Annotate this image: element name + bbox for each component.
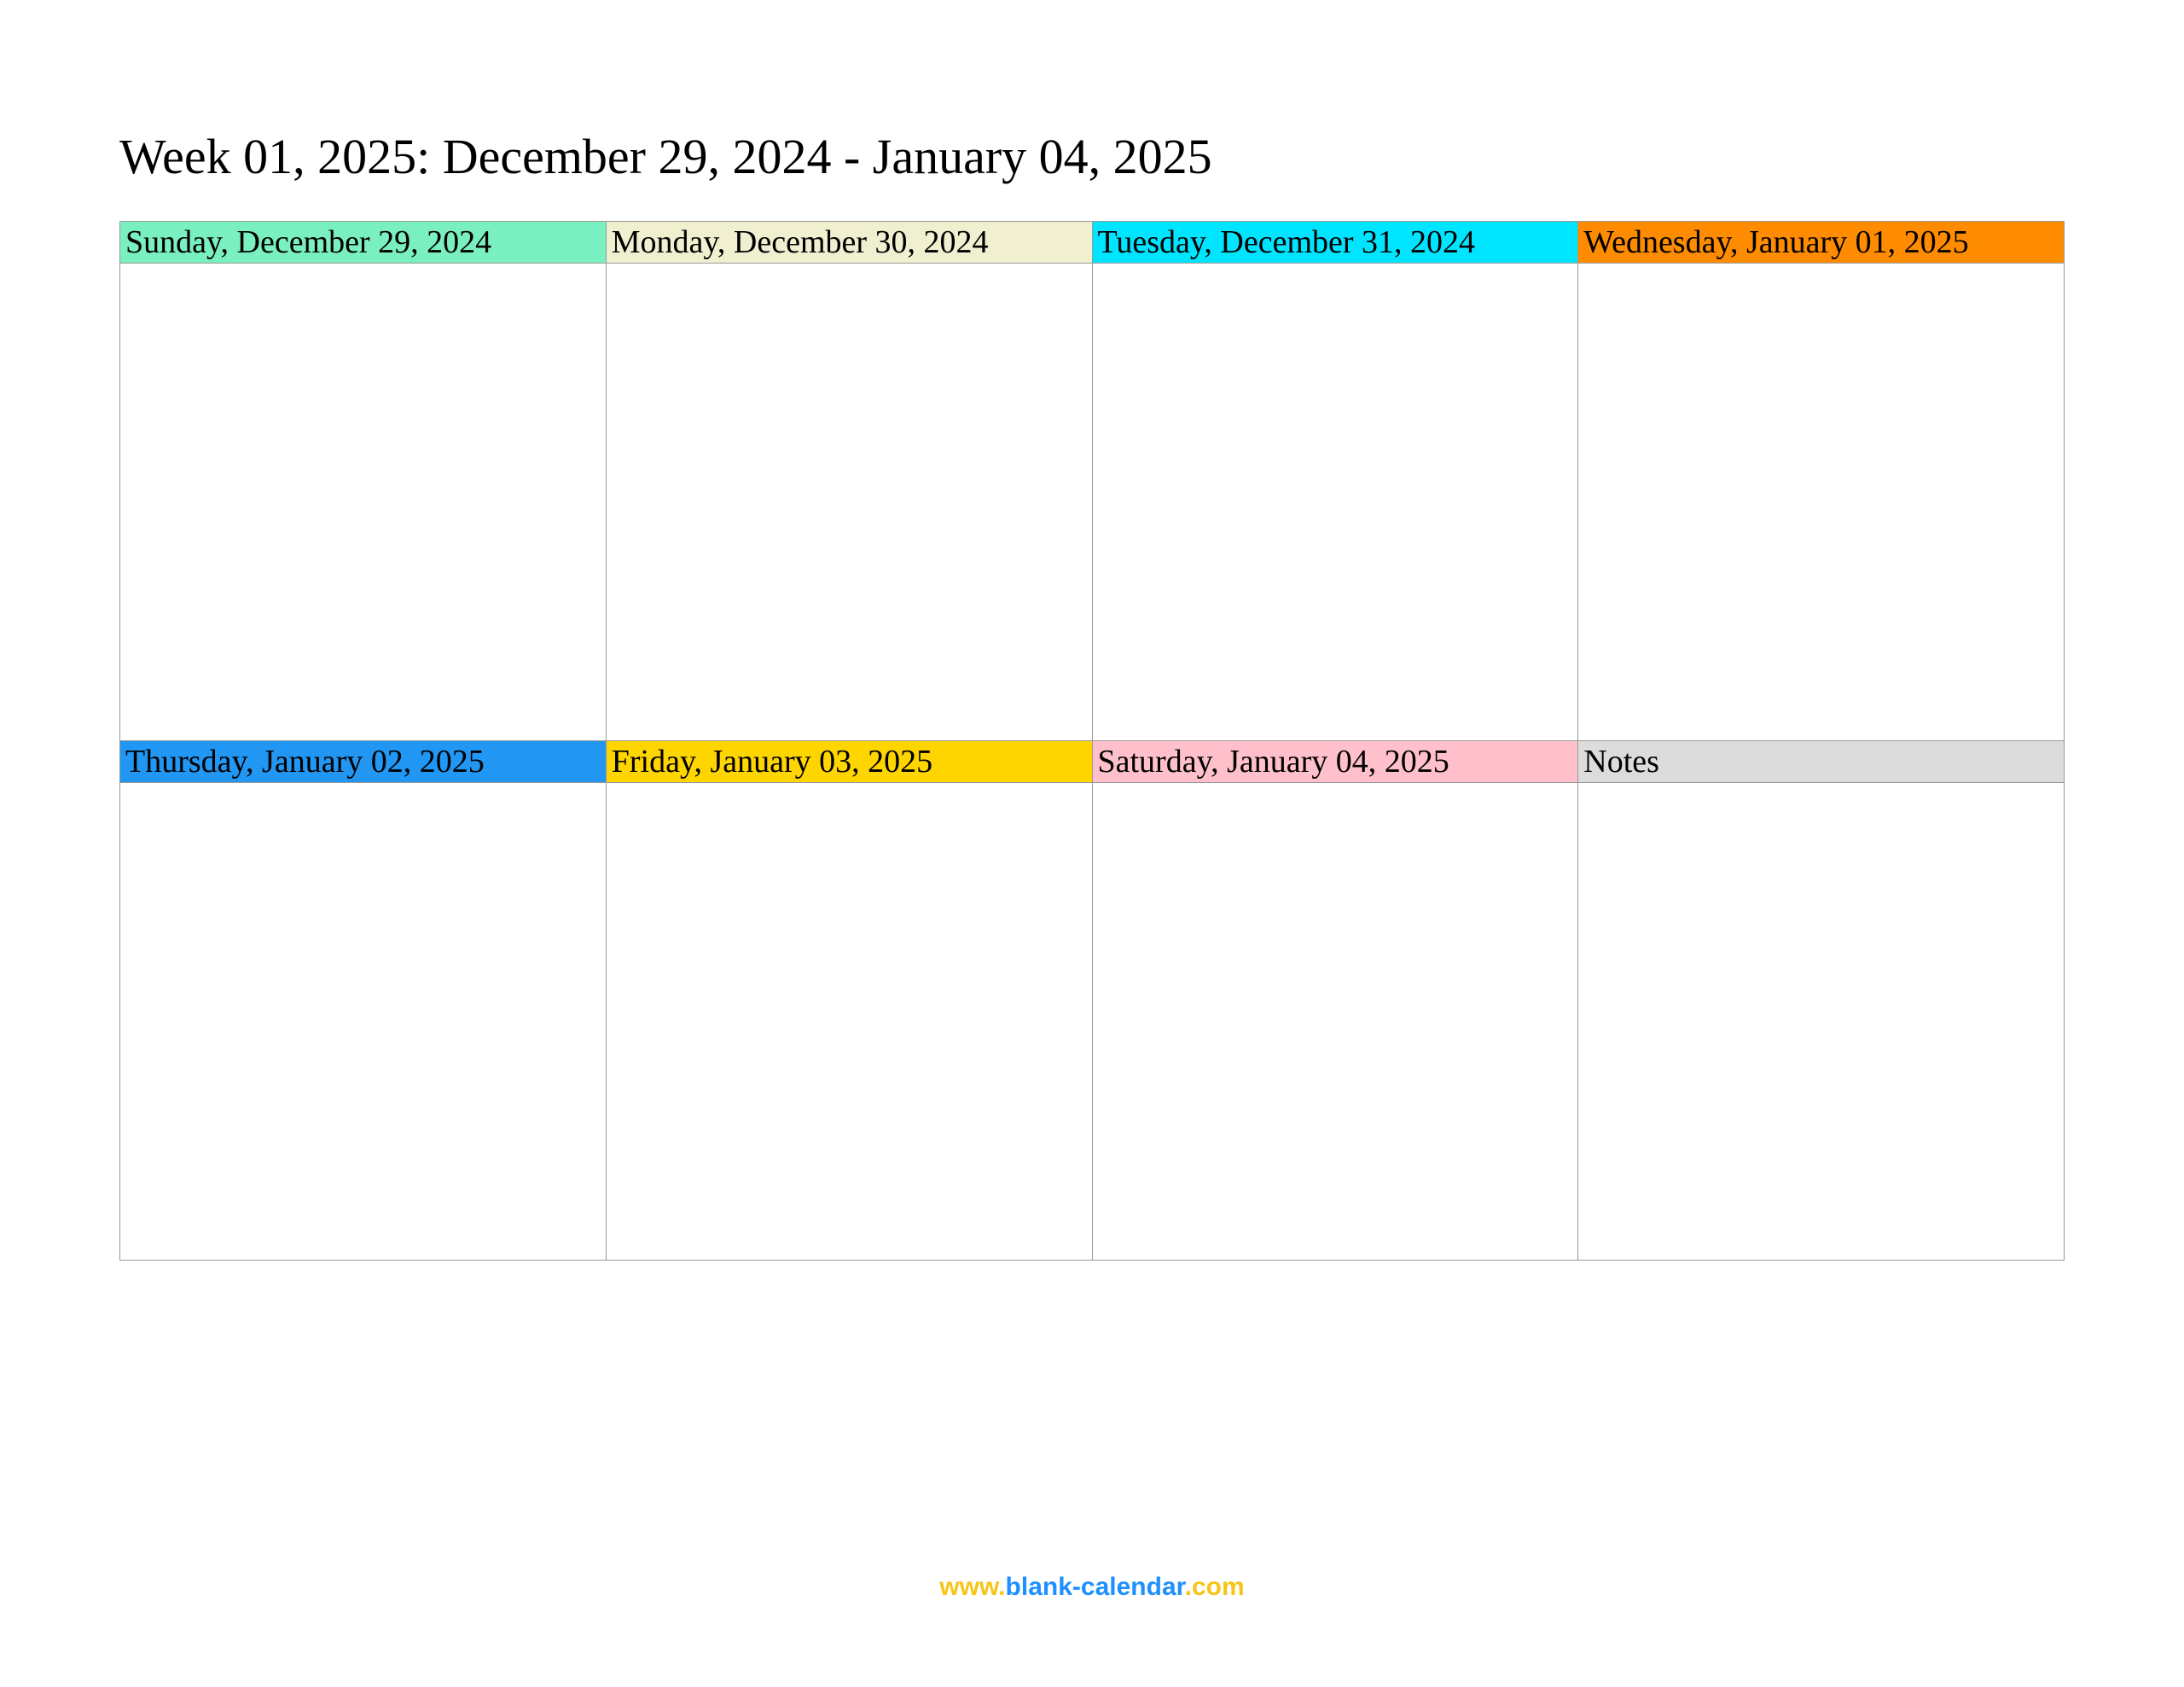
- header-monday: Monday, December 30, 2024: [606, 222, 1092, 264]
- calendar-page: Week 01, 2025: December 29, 2024 - Janua…: [0, 0, 2184, 1261]
- footer-blank: blank: [1006, 1573, 1072, 1601]
- footer-dot1: .: [998, 1573, 1005, 1601]
- header-wednesday: Wednesday, January 01, 2025: [1578, 222, 2065, 264]
- body-saturday[interactable]: [1092, 783, 1578, 1261]
- body-sunday[interactable]: [120, 264, 607, 741]
- header-saturday: Saturday, January 04, 2025: [1092, 741, 1578, 783]
- footer-com: com: [1192, 1573, 1245, 1601]
- footer-dash: -: [1072, 1573, 1081, 1601]
- footer-dot2: .: [1185, 1573, 1192, 1601]
- weekly-calendar-grid: Sunday, December 29, 2024 Monday, Decemb…: [119, 221, 2065, 1261]
- header-friday: Friday, January 03, 2025: [606, 741, 1092, 783]
- header-sunday: Sunday, December 29, 2024: [120, 222, 607, 264]
- body-monday[interactable]: [606, 264, 1092, 741]
- header-notes: Notes: [1578, 741, 2065, 783]
- header-tuesday: Tuesday, December 31, 2024: [1092, 222, 1578, 264]
- body-tuesday[interactable]: [1092, 264, 1578, 741]
- body-wednesday[interactable]: [1578, 264, 2065, 741]
- footer-www: www: [939, 1573, 998, 1601]
- page-title: Week 01, 2025: December 29, 2024 - Janua…: [119, 128, 2065, 185]
- body-friday[interactable]: [606, 783, 1092, 1261]
- body-thursday[interactable]: [120, 783, 607, 1261]
- body-notes[interactable]: [1578, 783, 2065, 1261]
- footer-link[interactable]: www.blank-calendar.com: [0, 1573, 2184, 1602]
- header-thursday: Thursday, January 02, 2025: [120, 741, 607, 783]
- footer-calendar: calendar: [1081, 1573, 1185, 1601]
